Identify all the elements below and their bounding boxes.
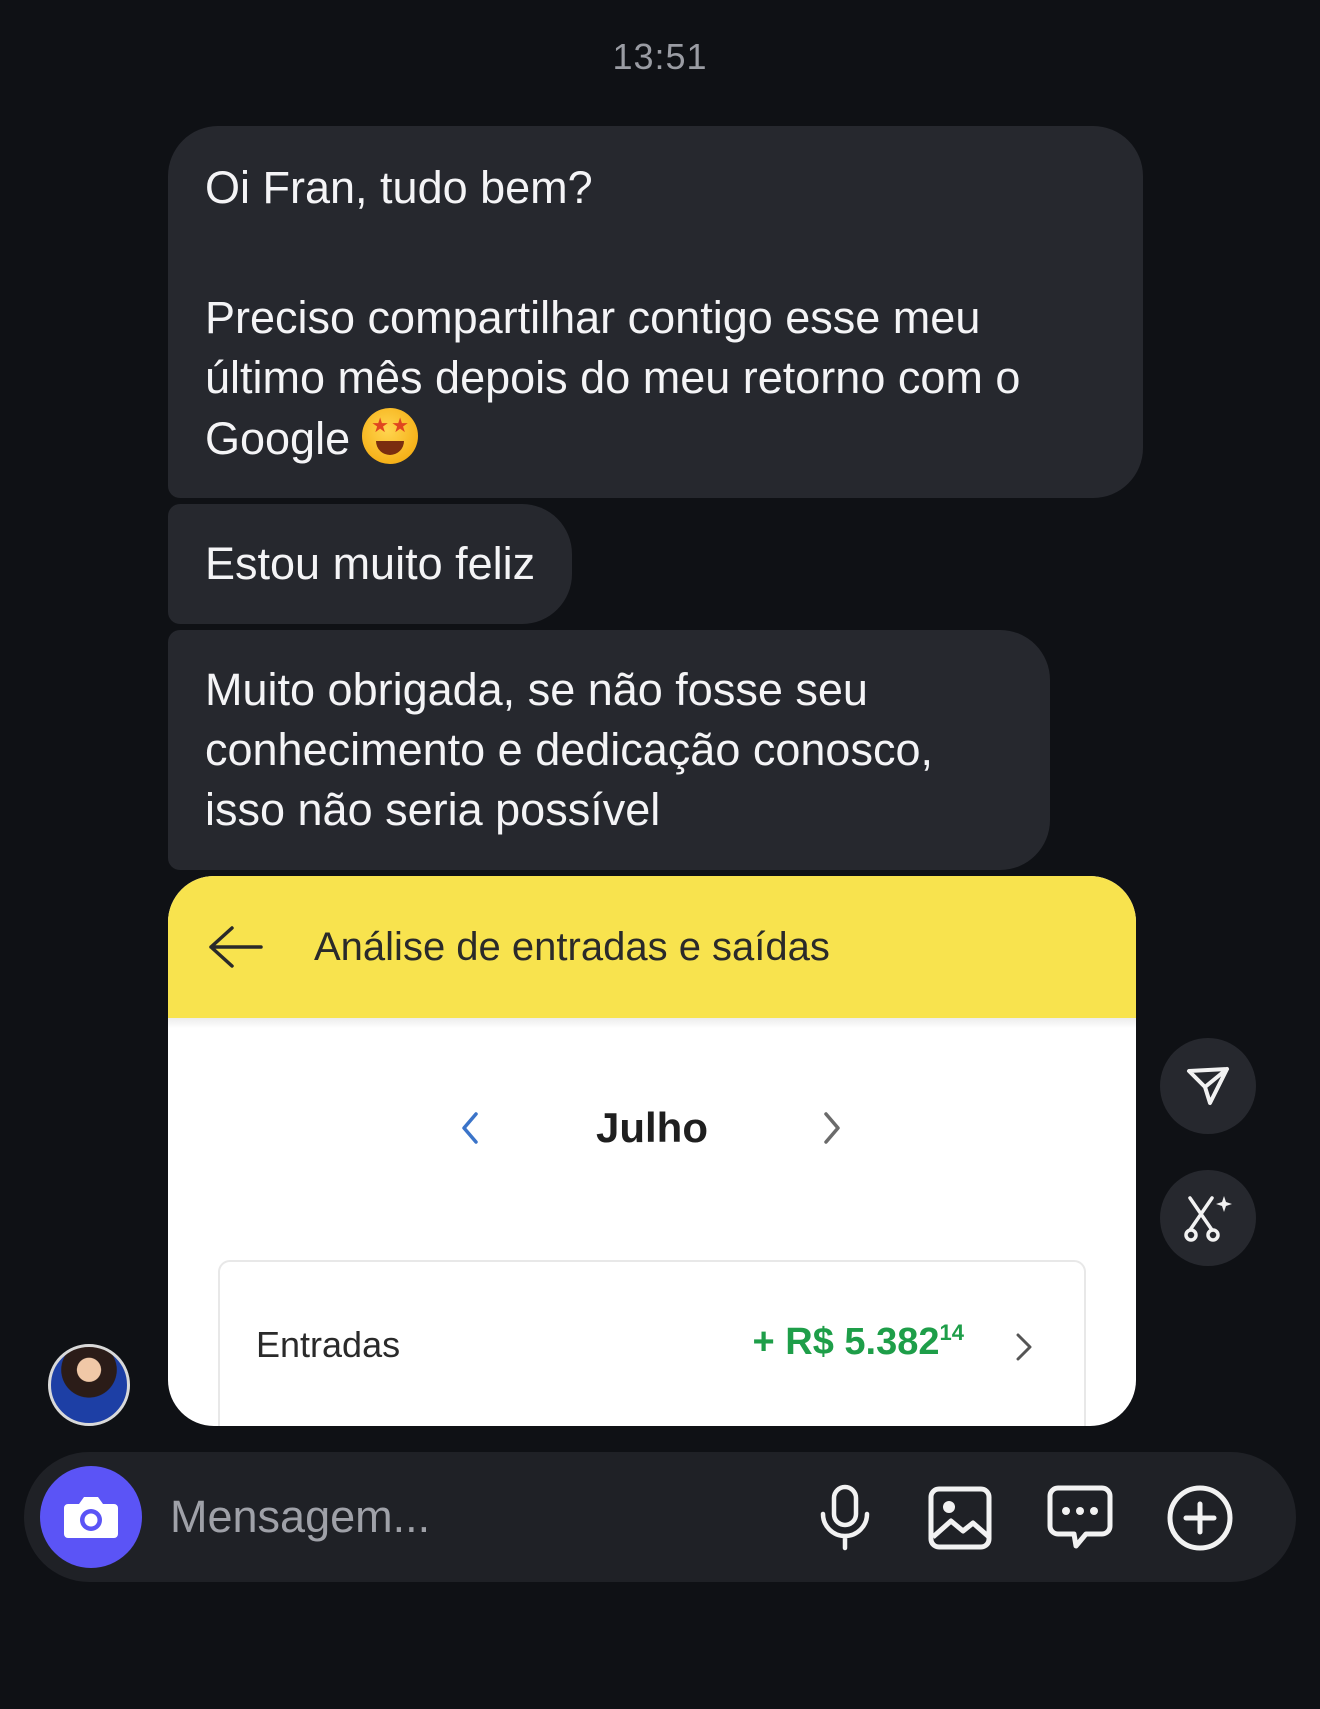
camera-icon bbox=[64, 1497, 118, 1538]
income-label: Entradas bbox=[256, 1324, 401, 1365]
month-label: Julho bbox=[596, 1104, 708, 1151]
message-input[interactable] bbox=[170, 1484, 710, 1550]
message-composer bbox=[24, 1452, 1296, 1582]
gallery-icon bbox=[928, 1486, 992, 1550]
avatar[interactable] bbox=[48, 1344, 130, 1426]
back-arrow-icon bbox=[209, 926, 263, 968]
gallery-button[interactable] bbox=[924, 1482, 996, 1554]
plus-button[interactable] bbox=[1164, 1482, 1236, 1554]
microphone-icon bbox=[820, 1484, 870, 1551]
camera-button[interactable] bbox=[40, 1466, 142, 1568]
plus-icon bbox=[1167, 1485, 1233, 1551]
sticker-button[interactable] bbox=[1044, 1482, 1116, 1554]
chevron-right-icon bbox=[824, 1112, 840, 1144]
ai-tools-button[interactable] bbox=[1160, 1170, 1256, 1266]
message-text-greeting: Oi Fran, tudo bem? bbox=[205, 162, 593, 213]
message-bubble[interactable]: Oi Fran, tudo bem? Preciso compartilhar … bbox=[168, 126, 1143, 498]
month-selector: Julho bbox=[168, 1100, 1136, 1160]
line-spacer bbox=[205, 218, 1106, 288]
sticker-icon bbox=[1047, 1485, 1113, 1549]
income-value: + R$ 5.38214 bbox=[752, 1320, 964, 1363]
share-icon bbox=[1187, 1067, 1229, 1105]
microphone-button[interactable] bbox=[809, 1482, 881, 1554]
card-title: Análise de entradas e saídas bbox=[314, 924, 830, 969]
message-bubble[interactable]: Estou muito feliz bbox=[168, 504, 573, 624]
message-bubble[interactable]: Muito obrigada, se não fosse seu conheci… bbox=[168, 630, 1050, 870]
message-timestamp: 13:51 bbox=[612, 36, 708, 77]
ai-sparkle-icon bbox=[1184, 1196, 1232, 1242]
message-text-body: Preciso compartilhar contigo esse meu úl… bbox=[205, 288, 1106, 469]
card-header: Análise de entradas e saídas bbox=[168, 876, 1136, 1028]
shared-screenshot-card[interactable]: Análise de entradas e saídas Julho Entra… bbox=[168, 876, 1136, 1426]
income-summary-row: Entradas + R$ 5.38214 bbox=[218, 1260, 1086, 1426]
message-text: Muito obrigada, se não fosse seu conheci… bbox=[205, 664, 933, 835]
chat-screen: 13:51 Oi Fran, tudo bem? Preciso compart… bbox=[0, 0, 1320, 1709]
star-struck-emoji bbox=[362, 408, 419, 464]
income-cents: 14 bbox=[939, 1320, 964, 1345]
share-button[interactable] bbox=[1160, 1038, 1256, 1134]
message-text: Estou muito feliz bbox=[205, 538, 536, 589]
chevron-right-icon bbox=[1016, 1333, 1032, 1361]
